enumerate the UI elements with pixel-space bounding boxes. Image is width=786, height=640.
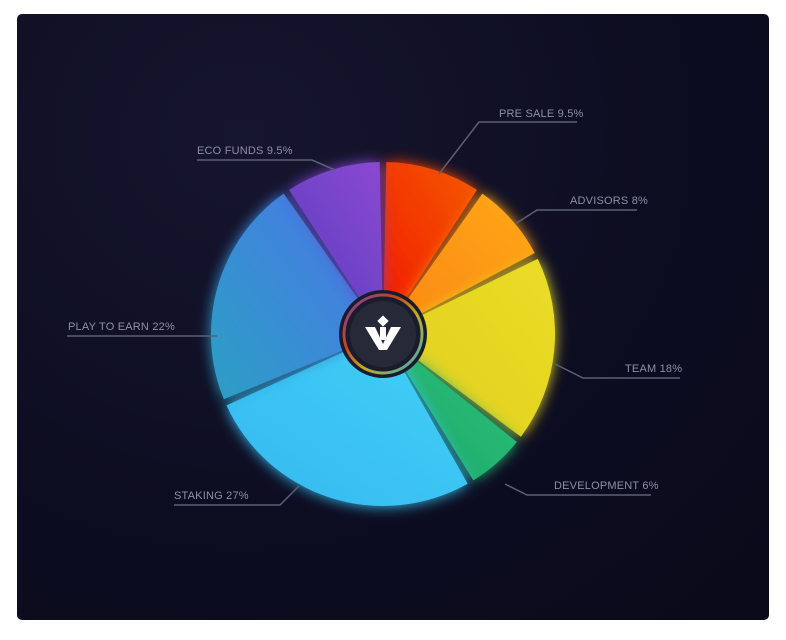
label-staking: STAKING 27% [174,490,249,502]
pie-chart [67,121,680,506]
label-team: TEAM 18% [625,363,683,375]
leader-line-pre-sale [438,121,577,175]
label-advisors: ADVISORS 8% [570,195,649,207]
label-pre-sale: PRE SALE 9.5% [499,108,584,120]
center-hub [339,290,427,378]
label-play-to-earn: PLAY TO EARN 22% [68,321,175,333]
leader-line-advisors [514,209,637,225]
label-development: DEVELOPMENT 6% [554,480,659,492]
label-eco-funds: ECO FUNDS 9.5% [197,145,293,157]
chart-card: PRE SALE 9.5% ADVISORS 8% TEAM 18% DEVEL… [17,14,769,620]
leader-line-eco-funds [197,159,336,171]
